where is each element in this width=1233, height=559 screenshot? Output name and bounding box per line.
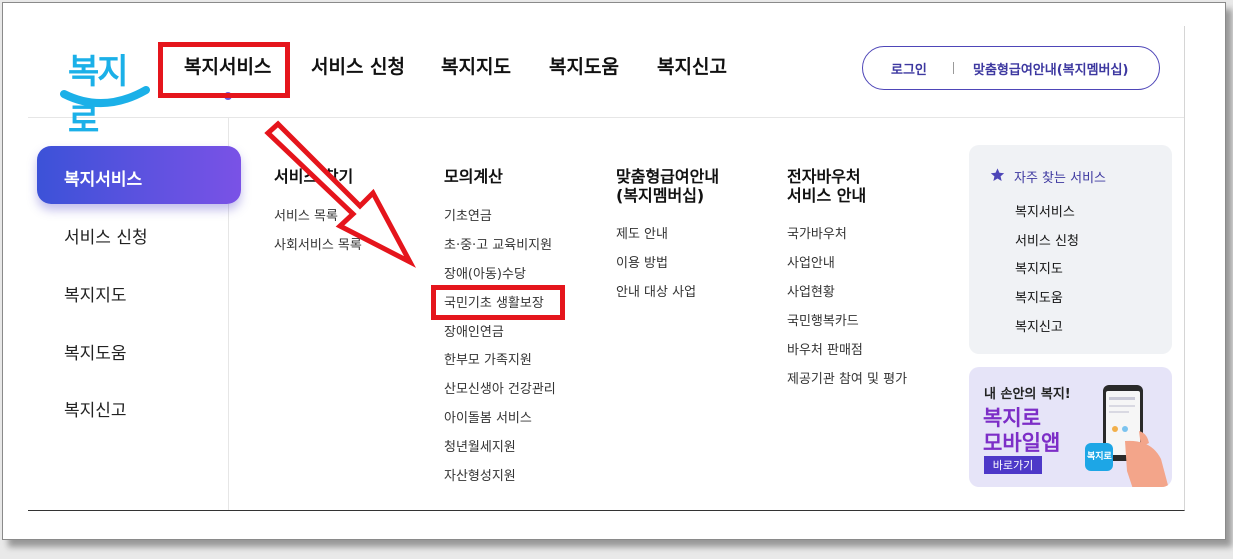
link-happiness-card[interactable]: 국민행복카드 [787, 310, 859, 329]
sidebar-item-welfare-map[interactable]: 복지지도 [64, 281, 127, 306]
nav-welfare-help[interactable]: 복지도움 [549, 52, 619, 79]
fav-item-welfare-service[interactable]: 복지서비스 [1015, 201, 1075, 220]
link-maternal-newborn[interactable]: 산모신생아 건강관리 [444, 378, 556, 397]
sidebar-item-service-apply[interactable]: 서비스 신청 [64, 223, 148, 248]
link-system-guide[interactable]: 제도 안내 [616, 223, 668, 242]
link-youth-rent[interactable]: 청년월세지원 [444, 436, 516, 455]
link-basic-pension[interactable]: 기초연금 [444, 205, 492, 224]
fav-item-welfare-help[interactable]: 복지도움 [1015, 287, 1063, 306]
link-provider-evaluation[interactable]: 제공기관 참여 및 평가 [787, 368, 907, 387]
link-how-to-use[interactable]: 이용 방법 [616, 252, 668, 271]
banner-go-button[interactable]: 바로가기 [984, 456, 1042, 474]
banner-title-line2: 모바일앱 [983, 431, 1061, 455]
link-asset-building[interactable]: 자산형성지원 [444, 465, 516, 484]
sidebar-item-welfare-report[interactable]: 복지신고 [64, 396, 127, 421]
fav-item-service-apply[interactable]: 서비스 신청 [1015, 230, 1079, 249]
fav-item-welfare-map[interactable]: 복지지도 [1015, 258, 1063, 277]
link-program-guide[interactable]: 사업안내 [787, 252, 835, 271]
col-title-voucher: 전자바우처 [787, 167, 861, 186]
col-title-service-search: 서비스 찾기 [274, 167, 354, 186]
link-target-programs[interactable]: 안내 대상 사업 [616, 281, 696, 300]
logo-smile-icon [60, 86, 150, 107]
login-link[interactable]: 로그인 [891, 59, 927, 78]
col-title-simulation: 모의계산 [444, 167, 503, 186]
link-program-status[interactable]: 사업현황 [787, 281, 835, 300]
link-disability-pension[interactable]: 장애인연금 [444, 321, 504, 340]
link-social-service-list[interactable]: 사회서비스 목록 [274, 234, 362, 253]
separator [953, 62, 954, 74]
sidebar-item-welfare-help[interactable]: 복지도움 [64, 339, 127, 364]
link-child-care[interactable]: 아이돌봄 서비스 [444, 407, 532, 426]
header-divider [28, 117, 1184, 118]
logo[interactable]: 복지로 [60, 40, 150, 141]
nav-service-apply[interactable]: 서비스 신청 [311, 52, 405, 79]
link-voucher-store[interactable]: 바우처 판매점 [787, 339, 863, 358]
user-menu: 로그인 맞춤형급여안내(복지멤버십) [862, 46, 1160, 90]
link-national-voucher[interactable]: 국가바우처 [787, 223, 847, 242]
highlight-box-basic-livelihood [431, 285, 565, 320]
app-icon-label: 복지로 [1087, 452, 1112, 462]
link-disability-allowance[interactable]: 장애(아동)수당 [444, 263, 526, 282]
sidebar-item-welfare-service[interactable]: 복지서비스 [64, 165, 142, 190]
link-service-list[interactable]: 서비스 목록 [274, 205, 338, 224]
custom-benefit-link[interactable]: 맞춤형급여안내(복지멤버십) [973, 59, 1128, 78]
banner-subtitle: 내 손안의 복지! [984, 387, 1071, 402]
favorites-title: 자주 찾는 서비스 [1014, 171, 1106, 186]
nav-welfare-report[interactable]: 복지신고 [657, 52, 727, 79]
col-title-custom-benefit-sub: (복지멤버십) [616, 186, 705, 205]
col-title-custom-benefit: 맞춤형급여안내 [616, 167, 720, 186]
phone-icon [1085, 385, 1169, 487]
link-education-support[interactable]: 초·중·고 교육비지원 [444, 234, 552, 253]
mobile-app-banner[interactable]: 내 손안의 복지! 복지로 모바일앱 바로가기 복지로 [969, 367, 1172, 487]
highlight-box-nav [158, 42, 290, 98]
col-title-voucher-sub: 서비스 안내 [787, 186, 867, 205]
fav-item-welfare-report[interactable]: 복지신고 [1015, 316, 1063, 335]
nav-welfare-map[interactable]: 복지지도 [441, 52, 511, 79]
link-single-parent[interactable]: 한부모 가족지원 [444, 349, 532, 368]
star-icon [990, 168, 1005, 181]
